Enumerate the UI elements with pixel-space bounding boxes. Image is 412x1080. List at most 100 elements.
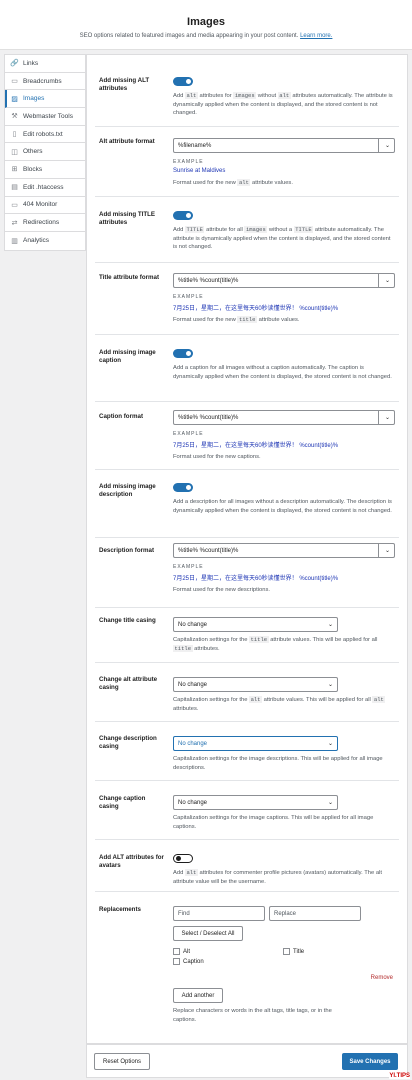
setting-description: Capitalization settings for the title at… (173, 636, 378, 652)
sidebar-item-others[interactable]: ◫ Others (5, 143, 85, 162)
example-value: 7月25日，星期二，在这里每天60秒读懂世界！ %count(title)% (173, 306, 339, 312)
sidebar-item-label: Edit robots.txt (23, 130, 63, 138)
watermark: YI.TIPS (389, 1073, 410, 1079)
avatars-toggle[interactable] (173, 854, 193, 863)
sidebar-item-label: Edit .htaccess (23, 183, 64, 191)
sidebar-item-webmaster-tools[interactable]: ⚒ Webmaster Tools (5, 108, 85, 126)
example-label: EXAMPLE (173, 159, 204, 165)
setting-description: Add TITLE attribute for all images witho… (173, 226, 391, 251)
setting-row-description-casing: Change description casing No change ⌄ Cap… (95, 722, 399, 781)
setting-row-title-casing: Change title casing No change ⌄ Capitaliz… (95, 608, 399, 663)
setting-row-alt: Add missing ALT attributes Add alt attri… (95, 55, 399, 127)
setting-row-caption: Add missing image caption Add a caption … (95, 335, 399, 402)
setting-label: Change description casing (99, 735, 157, 750)
title-checkbox[interactable] (283, 948, 290, 955)
setting-row-title-format: Title attribute format %title% %count(ti… (95, 263, 399, 335)
chevron-down-icon: ⌄ (327, 800, 333, 806)
setting-description: Capitalization settings for the image ca… (173, 815, 374, 830)
reset-options-button[interactable]: Reset Options (94, 1053, 150, 1070)
sidebar: 🔗 Links ▭ Breadcrumbs ▨ Images ⚒ Webmaster T… (4, 54, 86, 251)
title-casing-select[interactable]: No change ⌄ (173, 617, 338, 632)
caption-format-input[interactable]: %title% %count(title)% ⌄ (173, 410, 395, 425)
add-another-button[interactable]: Add another (173, 988, 223, 1004)
setting-label: Add ALT attributes for avatars (99, 854, 164, 869)
blocks-icon: ⊞ (11, 166, 18, 174)
setting-description: Add a caption for all images without a c… (173, 365, 392, 380)
remove-link[interactable]: Remove (173, 975, 395, 981)
description-toggle[interactable] (173, 483, 193, 492)
alt-checkbox[interactable] (173, 948, 180, 955)
sidebar-item-label: Images (23, 95, 45, 103)
example-label: EXAMPLE (173, 294, 204, 300)
sidebar-item-blocks[interactable]: ⊞ Blocks (5, 161, 85, 179)
sidebar-item-label: Links (23, 59, 39, 67)
alt-toggle[interactable] (173, 77, 193, 86)
sidebar-item-images[interactable]: ▨ Images (5, 90, 85, 109)
example-value: Sunrise at Maldives (173, 168, 226, 174)
alt-casing-select[interactable]: No change ⌄ (173, 677, 338, 692)
sidebar-item-breadcrumbs[interactable]: ▭ Breadcrumbs (5, 73, 85, 91)
setting-row-caption-format: Caption format %title% %count(title)% ⌄ E… (95, 402, 399, 470)
page-subtitle: SEO options related to featured images a… (0, 33, 412, 39)
select-deselect-all-button[interactable]: Select / Deselect All (173, 926, 243, 941)
title-format-input[interactable]: %title% %count(title)% ⌄ (173, 273, 395, 288)
sidebar-item-label: Redirections (23, 219, 60, 227)
sidebar-item-label: Blocks (23, 165, 43, 173)
chevron-down-icon[interactable]: ⌄ (385, 414, 390, 421)
breadcrumb-icon: ▭ (11, 78, 18, 86)
sidebar-item-404-monitor[interactable]: ▭ 404 Monitor (5, 197, 85, 215)
save-changes-button[interactable]: Save Changes (342, 1053, 398, 1070)
caption-checkbox[interactable] (173, 958, 180, 966)
setting-label: Replacements (99, 906, 141, 913)
sidebar-item-robots[interactable]: ▯ Edit robots.txt (5, 126, 85, 144)
title-option[interactable]: Title (283, 948, 304, 955)
setting-label: Add missing image caption (99, 349, 156, 364)
redirect-icon: ⇄ (11, 219, 18, 227)
setting-label: Change title casing (99, 617, 156, 624)
sidebar-item-label: Breadcrumbs (23, 77, 62, 85)
description-casing-select[interactable]: No change ⌄ (173, 736, 338, 751)
caption-option[interactable]: Caption (173, 958, 395, 965)
caption-toggle[interactable] (173, 349, 193, 358)
sidebar-item-label: Webmaster Tools (23, 112, 73, 120)
sidebar-item-analytics[interactable]: ▥ Analytics (5, 232, 85, 250)
sidebar-item-links[interactable]: 🔗 Links (5, 55, 85, 73)
example-label: EXAMPLE (173, 564, 204, 570)
description-format-input[interactable]: %title% %count(title)% ⌄ (173, 543, 395, 558)
htaccess-icon: ▤ (11, 184, 18, 192)
setting-row-title: Add missing TITLE attributes Add TITLE a… (95, 197, 399, 263)
caption-casing-select[interactable]: No change ⌄ (173, 795, 338, 810)
setting-row-avatars: Add ALT attributes for avatars Add alt a… (95, 840, 399, 892)
monitor-icon: ▭ (11, 201, 18, 209)
setting-description: Capitalization settings for the image de… (173, 756, 383, 771)
setting-row-description: Add missing image description Add a desc… (95, 470, 399, 538)
setting-description: Capitalization settings for the alt attr… (173, 696, 386, 712)
title-toggle[interactable] (173, 211, 193, 220)
setting-label: Change caption casing (99, 795, 146, 810)
setting-description: Format used for the new descriptions. (173, 587, 270, 593)
sidebar-item-redirections[interactable]: ⇄ Redirections (5, 214, 85, 232)
chevron-down-icon: ⌄ (327, 741, 333, 747)
setting-description: Replace characters or words in the alt t… (173, 1008, 332, 1023)
replace-input[interactable]: Replace (269, 906, 361, 921)
alt-option[interactable]: Alt (173, 948, 283, 955)
setting-row-alt-casing: Change alt attribute casing No change ⌄ C… (95, 663, 399, 722)
setting-description: Format used for the new captions. (173, 454, 261, 460)
subtitle-text: SEO options related to featured images a… (79, 33, 299, 39)
sidebar-item-htaccess[interactable]: ▤ Edit .htaccess (5, 179, 85, 197)
alt-format-input[interactable]: %filename% ⌄ (173, 138, 395, 153)
example-value: 7月25日，星期二，在这里每天60秒读懂世界！ %count(title)% (173, 576, 339, 582)
others-icon: ◫ (11, 148, 18, 156)
setting-description: Format used for the new alt attribute va… (173, 179, 293, 186)
settings-panel: Add missing ALT attributes Add alt attri… (86, 54, 408, 1044)
chevron-down-icon[interactable]: ⌄ (385, 277, 390, 284)
chevron-down-icon[interactable]: ⌄ (385, 142, 390, 149)
chevron-down-icon[interactable]: ⌄ (385, 547, 390, 554)
link-icon: 🔗 (10, 60, 19, 68)
setting-description: Add alt attributes for images without al… (173, 92, 393, 117)
setting-row-description-format: Description format %title% %count(title)… (95, 538, 399, 608)
learn-more-link[interactable]: Learn more. (300, 33, 332, 39)
find-input[interactable]: Find (173, 906, 265, 921)
setting-description: Add alt attributes for commenter profile… (173, 869, 382, 885)
setting-label: Alt attribute format (99, 138, 155, 145)
